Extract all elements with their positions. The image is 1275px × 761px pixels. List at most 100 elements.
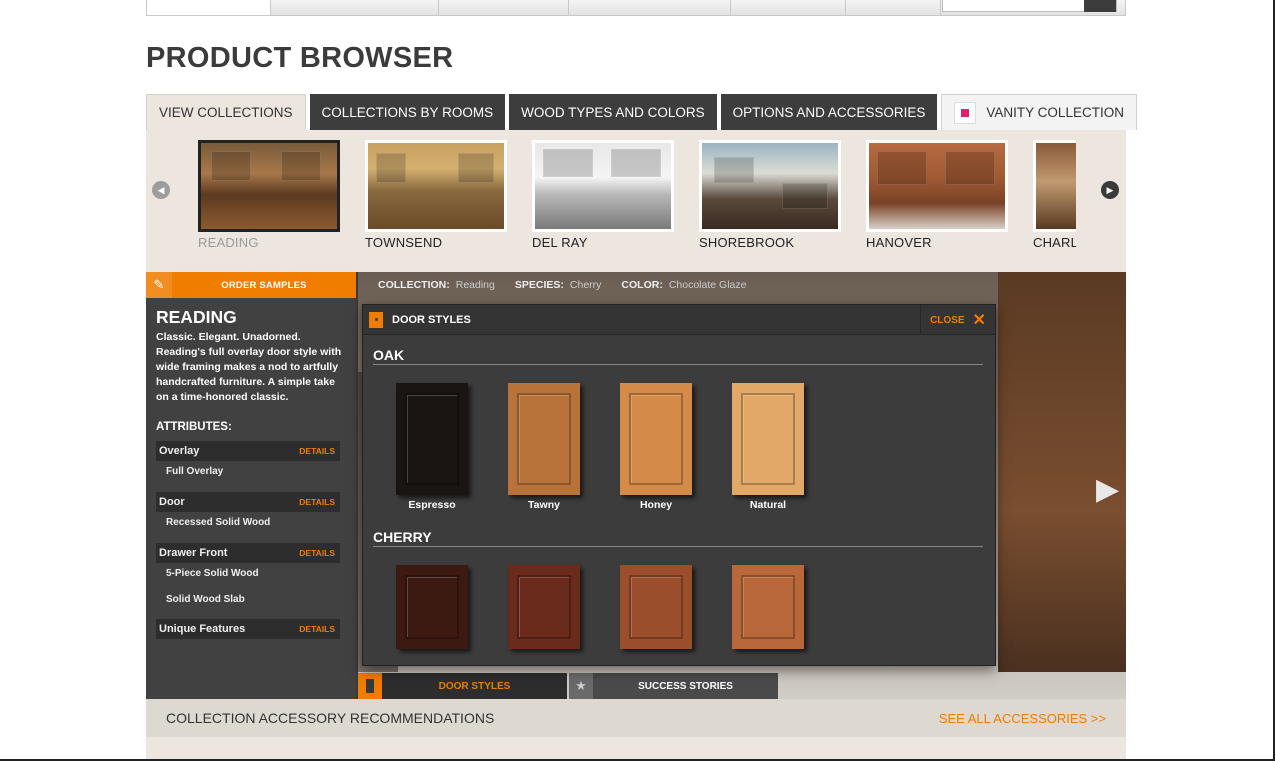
nav-item[interactable]: [147, 0, 271, 15]
nav-item[interactable]: [569, 0, 731, 15]
color-value: Chocolate Glaze: [668, 279, 747, 291]
kitchen-image: [1033, 140, 1076, 232]
details-link[interactable]: DETAILS: [299, 548, 335, 558]
close-button[interactable]: CLOSE ✕: [920, 305, 995, 335]
kitchen-image: [699, 140, 841, 232]
door-swatch[interactable]: Tawny: [508, 383, 580, 511]
detail-tab-bar: DOOR STYLES ★ SUCCESS STORIES: [358, 673, 778, 699]
collection-label: HANOVER: [866, 235, 932, 250]
accessory-heading: COLLECTION ACCESSORY RECOMMENDATIONS: [166, 710, 495, 726]
top-navigation: [146, 0, 1126, 16]
attribute-value: 5-Piece Solid Wood: [166, 568, 259, 579]
collection-label: READING: [198, 235, 259, 250]
door-styles-modal: DOOR STYLES CLOSE ✕ OAK Espresso Tawny H…: [362, 304, 996, 666]
collection-carousel: ◀ READING TOWNSEND DEL RAY SHOREBROOK HA…: [146, 130, 1126, 272]
tab-collections-by-rooms[interactable]: COLLECTIONS BY ROOMS: [309, 94, 506, 130]
door-panel: [508, 383, 580, 495]
door-swatch[interactable]: Honey: [620, 383, 692, 511]
door-swatch[interactable]: [732, 565, 804, 649]
kitchen-image: [866, 140, 1008, 232]
hero-next-icon[interactable]: ▶: [1096, 472, 1119, 507]
color-key: COLOR:: [621, 279, 663, 291]
attribute-row: Unique Features DETAILS: [156, 619, 340, 639]
carousel-next-icon[interactable]: ▶: [1101, 181, 1119, 199]
search-input[interactable]: [942, 0, 1117, 12]
door-panel: [732, 383, 804, 495]
nav-item[interactable]: [271, 0, 439, 15]
details-link[interactable]: DETAILS: [299, 624, 335, 634]
collection-thumb-charl[interactable]: CHARL: [1033, 140, 1076, 250]
door-panel: [620, 565, 692, 649]
star-icon: ★: [569, 673, 593, 699]
door-swatch[interactable]: [396, 565, 468, 649]
species-heading: OAK: [373, 347, 983, 365]
collection-thumb-shorebrook[interactable]: SHOREBROOK: [699, 140, 841, 250]
door-panel: [620, 383, 692, 495]
tab-options-and-accessories[interactable]: OPTIONS AND ACCESSORIES: [720, 94, 938, 130]
tab-vanity-collection[interactable]: VANITY COLLECTION: [941, 94, 1137, 130]
species-heading: CHERRY: [373, 529, 983, 547]
door-name: Honey: [639, 499, 673, 511]
door-swatch[interactable]: Natural: [732, 383, 804, 511]
door-name: Espresso: [408, 499, 456, 511]
tab-success-stories[interactable]: SUCCESS STORIES: [593, 673, 778, 699]
accessory-recommendations-bar: COLLECTION ACCESSORY RECOMMENDATIONS SEE…: [146, 699, 1126, 737]
modal-title: DOOR STYLES: [392, 313, 471, 326]
door-panel: [396, 383, 468, 495]
see-all-accessories-link[interactable]: SEE ALL ACCESSORIES >>: [939, 711, 1106, 726]
door-panel: [396, 565, 468, 649]
carousel-prev-icon[interactable]: ◀: [152, 181, 170, 199]
door-icon: [358, 673, 382, 699]
details-link[interactable]: DETAILS: [299, 497, 335, 507]
kitchen-image: [365, 140, 507, 232]
collection-name: READING: [156, 307, 237, 327]
kitchen-image: [532, 140, 674, 232]
attribute-row: Door DETAILS: [156, 492, 340, 512]
order-samples-button[interactable]: ✎ ORDER SAMPLES: [146, 272, 356, 298]
page-title: PRODUCT BROWSER: [146, 42, 454, 74]
tab-bar: VIEW COLLECTIONS COLLECTIONS BY ROOMS WO…: [146, 94, 1141, 130]
collection-thumb-townsend[interactable]: TOWNSEND: [365, 140, 507, 250]
tab-label: VANITY COLLECTION: [986, 105, 1124, 120]
kitchen-image: [198, 140, 340, 232]
species-value: Cherry: [569, 279, 602, 291]
attributes-heading: ATTRIBUTES:: [156, 421, 232, 433]
collection-label: TOWNSEND: [365, 235, 443, 250]
collection-description: Classic. Elegant. Unadorned. Reading's f…: [156, 331, 342, 403]
collection-key: COLLECTION:: [378, 279, 450, 291]
door-list-cherry: [396, 565, 995, 649]
details-link[interactable]: DETAILS: [299, 446, 335, 456]
sample-swatch-icon: ✎: [146, 272, 172, 298]
attribute-value: Full Overlay: [166, 466, 224, 477]
door-swatch[interactable]: [508, 565, 580, 649]
collection-thumb-reading[interactable]: READING: [198, 140, 340, 250]
door-icon: [369, 311, 383, 328]
close-label: CLOSE: [930, 314, 965, 326]
tab-view-collections[interactable]: VIEW COLLECTIONS: [146, 94, 306, 130]
door-swatch[interactable]: Espresso: [396, 383, 468, 511]
tab-wood-types-and-colors[interactable]: WOOD TYPES AND COLORS: [509, 94, 717, 130]
attribute-row: Drawer Front DETAILS: [156, 543, 340, 563]
tab-door-styles[interactable]: DOOR STYLES: [382, 673, 567, 699]
search-button[interactable]: [1084, 0, 1116, 12]
door-name: Tawny: [528, 499, 560, 511]
modal-header: DOOR STYLES CLOSE ✕: [363, 305, 995, 335]
collection-thumb-hanover[interactable]: HANOVER: [866, 140, 1008, 250]
nav-item[interactable]: [846, 0, 941, 15]
collection-value: Reading: [455, 279, 495, 291]
nav-item[interactable]: [439, 0, 569, 15]
order-samples-label: ORDER SAMPLES: [221, 279, 307, 291]
selection-info-bar: COLLECTION: Reading SPECIES: Cherry COLO…: [378, 277, 746, 293]
close-icon: ✕: [972, 312, 986, 329]
door-panel: [732, 565, 804, 649]
door-swatch[interactable]: [620, 565, 692, 649]
attribute-name: Unique Features: [159, 623, 246, 635]
species-key: SPECIES:: [514, 279, 564, 291]
attribute-name: Door: [159, 496, 185, 508]
collection-label: DEL RAY: [532, 235, 588, 250]
attribute-value: Recessed Solid Wood: [166, 517, 271, 528]
collection-thumb-del-ray[interactable]: DEL RAY: [532, 140, 674, 250]
nav-item[interactable]: [731, 0, 846, 15]
attribute-name: Drawer Front: [159, 547, 228, 559]
door-panel: [508, 565, 580, 649]
